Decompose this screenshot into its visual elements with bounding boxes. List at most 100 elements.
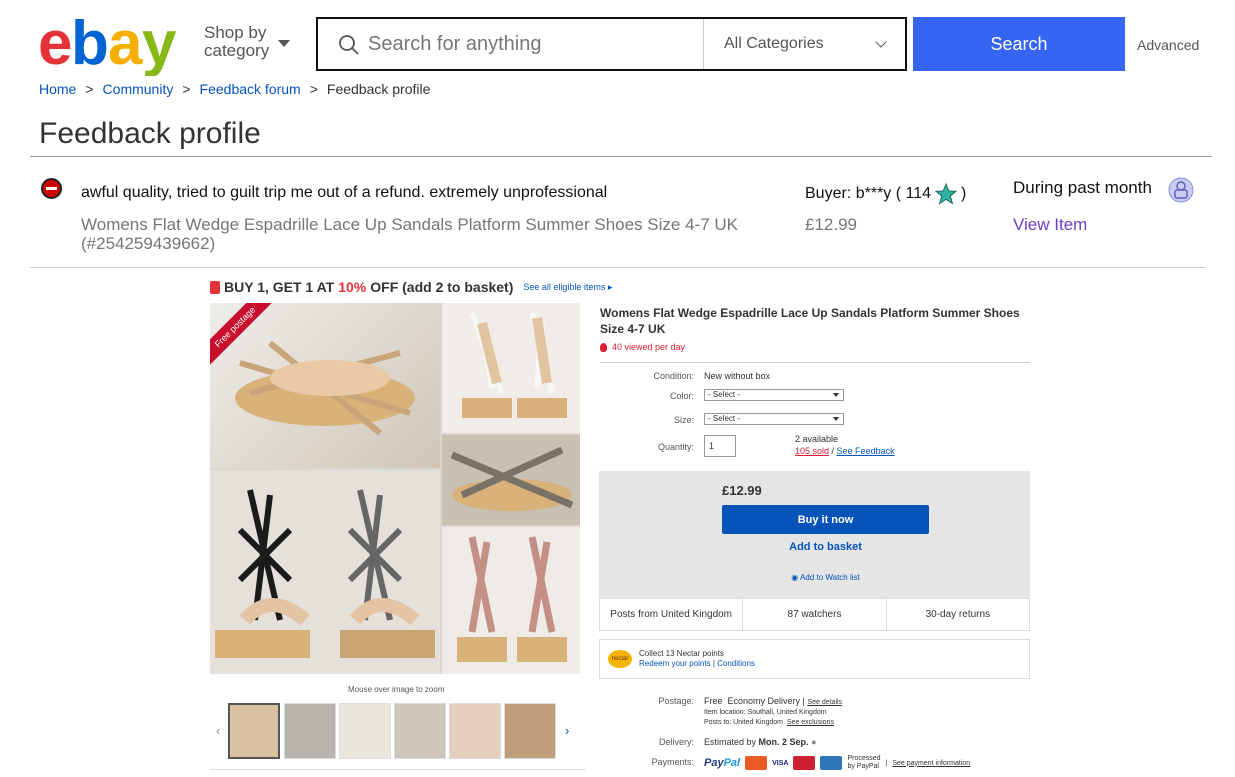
nectar-conditions-link[interactable]: Conditions [717, 659, 755, 668]
view-item-link[interactable]: View Item [1013, 215, 1087, 235]
promo-pct: 10% [338, 279, 367, 295]
zoom-hint: Mouse over image to zoom [348, 685, 445, 694]
add-to-basket-button[interactable]: Add to basket [722, 541, 929, 553]
sold-info: 105 sold / See Feedback [795, 446, 895, 456]
photo-tile [442, 435, 580, 525]
item-location: Item location: Southall, United Kingdom [704, 709, 827, 716]
caret-down-icon [278, 40, 290, 47]
thumbnail[interactable] [228, 703, 280, 759]
payments-label: Payments: [651, 757, 694, 767]
amex-icon [820, 756, 843, 770]
posts-to-text: Posts to: United Kingdom [704, 719, 783, 726]
buy-box-price: £12.99 [722, 483, 762, 498]
breadcrumb-separator: > [182, 81, 191, 97]
sandal-illustration [450, 446, 574, 511]
search-input[interactable] [368, 19, 698, 69]
nectar-points: Collect 13 Nectar points [639, 649, 724, 658]
info-icon[interactable]: ● [811, 737, 816, 747]
page-title: Feedback profile [39, 117, 261, 150]
sandal-illustration [462, 311, 567, 418]
promo-text-2: OFF (add 2 to basket) [370, 279, 514, 295]
viewed-text: 40 viewed per day [612, 342, 686, 352]
eye-icon: ◉ [791, 573, 801, 582]
caret-down-icon [833, 417, 839, 421]
nectar-box: nectar Collect 13 Nectar points Redeem y… [599, 639, 1030, 679]
see-exclusions-link[interactable]: See exclusions [787, 719, 834, 726]
shop-by-category-button[interactable]: Shop by category [204, 23, 290, 60]
divider [30, 267, 1205, 268]
nectar-links: Redeem your points | Conditions [639, 659, 755, 668]
category-select-value: All Categories [724, 35, 824, 52]
fact-returns: 30-day returns [925, 609, 991, 620]
feedback-comment: awful quality, tried to guilt trip me ou… [81, 184, 608, 201]
breadcrumb: Home > Community > Feedback forum > Feed… [39, 81, 430, 97]
logo-letter-b: b [71, 12, 109, 76]
see-eligible-items-link[interactable]: See all eligible items ▸ [523, 282, 612, 293]
add-to-watchlist-link[interactable]: ◉ Add to Watch list [722, 573, 929, 582]
thumbnail[interactable] [449, 703, 501, 759]
shop-by-label: Shop by [204, 23, 267, 42]
payment-separator: | [885, 759, 888, 767]
breadcrumb-community[interactable]: Community [103, 81, 174, 97]
postage-free: Free [704, 696, 723, 706]
see-payment-info-link[interactable]: See payment information [892, 760, 970, 767]
quantity-input[interactable]: 1 [704, 435, 736, 457]
thumb-next-icon[interactable]: › [565, 723, 569, 738]
postage-value: Free Economy Delivery | See details [704, 696, 842, 706]
color-select-value: - Select - [708, 390, 741, 399]
advanced-search-link[interactable]: Advanced [1137, 37, 1199, 53]
see-details-link[interactable]: See details [807, 699, 842, 706]
buy-it-now-button[interactable]: Buy it now [722, 505, 929, 534]
fact-location: Posts from United Kingdom [600, 599, 744, 630]
thumbnail[interactable] [394, 703, 446, 759]
viewed-per-day: 40 viewed per day [600, 342, 685, 352]
promo-tag-icon [210, 280, 220, 294]
sold-count-link[interactable]: 105 sold [795, 446, 829, 456]
sandal-illustration [215, 489, 435, 658]
product-image[interactable]: Free postage [210, 303, 580, 674]
logo-letter-a: a [108, 12, 143, 76]
photo-tile [210, 470, 440, 674]
chevron-down-icon [875, 36, 887, 48]
thumbnail[interactable] [504, 703, 556, 759]
breadcrumb-home[interactable]: Home [39, 81, 76, 97]
available-count: 2 available [795, 434, 839, 444]
delivery-value: Estimated by Mon. 2 Sep. ● [704, 737, 817, 747]
breadcrumb-current: Feedback profile [326, 81, 431, 97]
color-select[interactable]: - Select - [704, 389, 844, 401]
payment-logos: PayPal VISA Processed by PayPal | See pay… [704, 755, 970, 771]
condition-value: New without box [704, 371, 771, 381]
search-icon [339, 35, 359, 55]
sold-separator: / [829, 446, 837, 456]
category-select[interactable]: All Categories [703, 19, 905, 69]
logo-letter-y: y [142, 12, 177, 76]
size-select[interactable]: - Select - [704, 413, 844, 425]
size-label: Size: [673, 415, 694, 425]
listing-facts: Posts from United Kingdom 87 watchers 30… [599, 598, 1030, 631]
delivery-label: Delivery: [658, 737, 694, 747]
photo-tile [442, 527, 580, 674]
thumbnail[interactable] [339, 703, 391, 759]
thumbnail[interactable] [284, 703, 336, 759]
search-bar: All Categories [316, 17, 907, 71]
divider [210, 769, 586, 770]
quantity-label: Quantity: [657, 442, 694, 452]
breadcrumb-separator: > [309, 81, 318, 97]
paypal-logo: PayPal [704, 757, 741, 769]
size-select-value: - Select - [708, 414, 741, 423]
redeem-points-link[interactable]: Redeem your points [639, 659, 711, 668]
ebay-logo[interactable]: e b a y [38, 9, 188, 78]
buyer-label[interactable]: Buyer: b***y ( 114 [805, 185, 931, 203]
postage-label: Postage: [658, 696, 694, 706]
processed-by-paypal: Processed by PayPal [847, 755, 881, 770]
promo-banner: BUY 1, GET 1 AT 10% OFF (add 2 to basket… [210, 279, 612, 295]
nectar-logo: nectar [608, 650, 632, 668]
postage-service: Economy Delivery | [727, 696, 805, 706]
shop-by-label-2: category [204, 41, 270, 60]
condition-label: Condition: [653, 371, 694, 381]
logo-letter-e: e [38, 12, 72, 76]
sandal-illustration [457, 536, 567, 662]
breadcrumb-feedback-forum[interactable]: Feedback forum [200, 81, 301, 97]
search-button[interactable]: Search [913, 17, 1125, 71]
see-feedback-link[interactable]: See Feedback [837, 446, 895, 456]
